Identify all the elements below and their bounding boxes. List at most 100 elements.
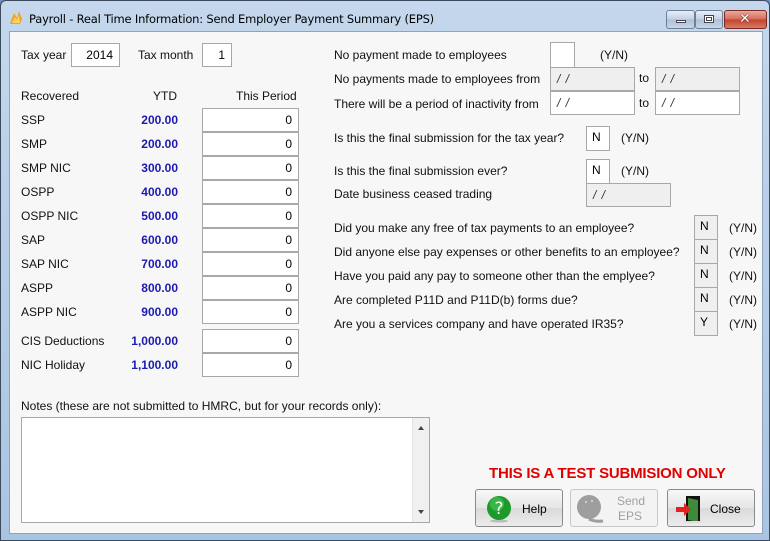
ytd-value: 200.00	[141, 113, 178, 127]
ytd-value: 1,100.00	[131, 358, 178, 372]
tax-month-field[interactable]: 1	[202, 43, 232, 67]
ytd-value: 300.00	[141, 161, 178, 175]
ytd-value: 400.00	[141, 185, 178, 199]
ytd-value: 800.00	[141, 281, 178, 295]
yn-hint: (Y/N)	[621, 131, 649, 145]
to-label: to	[639, 71, 650, 85]
help-question-icon: ?	[487, 496, 511, 523]
final-ever-field[interactable]: N	[586, 159, 610, 184]
ytd-value: 200.00	[141, 137, 178, 151]
eps-window: Payroll - Real Time Information: Send Em…	[0, 0, 770, 541]
ytd-value: 900.00	[141, 305, 178, 319]
this-period-field[interactable]: 0	[202, 228, 299, 252]
yn-hint: (Y/N)	[729, 293, 757, 307]
ytd-value: 1,000.00	[131, 334, 178, 348]
ceased-date-field[interactable]: / /	[586, 183, 671, 207]
this-period-field[interactable]: 0	[202, 204, 299, 228]
svg-text:?: ?	[494, 499, 503, 519]
recovered-item-label: ASPP	[21, 281, 54, 295]
close-icon: ✕	[739, 11, 751, 27]
notes-scrollbar[interactable]	[412, 418, 429, 522]
form-area: Tax year 2014 Tax month 1 Recovered YTD …	[9, 31, 763, 534]
recovered-item-label: ASPP NIC	[21, 305, 77, 319]
no-payments-from-field[interactable]: / /	[550, 67, 635, 91]
question-yn-field[interactable]: Y	[694, 311, 718, 336]
yn-hint: (Y/N)	[729, 221, 757, 235]
send-label-line2: EPS	[618, 509, 643, 523]
final-tax-year-label: Is this the final submission for the tax…	[334, 131, 565, 145]
window-title: Payroll - Real Time Information: Send Em…	[29, 12, 434, 26]
recovered-item-label: SMP	[21, 137, 48, 151]
ytd-value: 600.00	[141, 233, 178, 247]
maximize-button[interactable]	[695, 10, 723, 29]
no-payments-from-label: No payments made to employees from	[334, 72, 541, 86]
yn-hint: (Y/N)	[621, 164, 649, 178]
this-period-field[interactable]: 0	[202, 300, 299, 324]
scroll-down-icon[interactable]	[418, 510, 424, 514]
question-yn-field[interactable]: N	[694, 215, 718, 240]
send-eps-button[interactable]: Send EPS	[570, 489, 658, 527]
ytd-value: 700.00	[141, 257, 178, 271]
question-label: Did you make any free of tax payments to…	[334, 221, 635, 235]
minimize-button[interactable]	[666, 10, 695, 29]
yn-hint: (Y/N)	[729, 245, 757, 259]
this-period-field[interactable]: 0	[202, 156, 299, 180]
recovered-item-label: SMP NIC	[21, 161, 71, 175]
ytd-value: 500.00	[141, 209, 178, 223]
recovered-item-label: SSP	[21, 113, 46, 127]
help-label: Help	[522, 502, 547, 516]
ceased-label: Date business ceased trading	[334, 187, 493, 201]
notes-label: Notes (these are not submitted to HMRC, …	[21, 399, 382, 413]
tax-year-field[interactable]: 2014	[71, 43, 120, 67]
close-label: Close	[710, 502, 741, 516]
send-label-line1: Send	[617, 494, 646, 508]
ytd-header: YTD	[153, 89, 177, 103]
no-payment-field[interactable]	[550, 42, 575, 68]
inactivity-label: There will be a period of inactivity fro…	[334, 97, 539, 111]
close-button[interactable]: Close	[667, 489, 755, 527]
final-ever-label: Is this the final submission ever?	[334, 164, 508, 178]
question-label: Are you a services company and have oper…	[334, 317, 624, 331]
test-submission-warning: THIS IS A TEST SUBMISION ONLY	[489, 465, 726, 482]
question-yn-field[interactable]: N	[694, 287, 718, 312]
final-tax-year-field[interactable]: N	[586, 126, 610, 151]
this-period-field[interactable]: 0	[202, 353, 299, 377]
yn-hint: (Y/N)	[729, 269, 757, 283]
recovered-item-label: OSPP	[21, 185, 55, 199]
yn-hint: (Y/N)	[729, 317, 757, 331]
question-yn-field[interactable]: N	[694, 263, 718, 288]
close-window-button[interactable]: ✕	[724, 10, 767, 29]
tax-month-label: Tax month	[138, 48, 194, 62]
recovered-item-label: NIC Holiday	[21, 358, 86, 372]
question-label: Are completed P11D and P11D(b) forms due…	[334, 293, 578, 307]
title-bar[interactable]: Payroll - Real Time Information: Send Em…	[1, 1, 769, 31]
notes-textarea[interactable]	[21, 417, 430, 523]
this-period-field[interactable]: 0	[202, 276, 299, 300]
this-period-field[interactable]: 0	[202, 180, 299, 204]
inactivity-from-field[interactable]: / /	[550, 91, 635, 115]
yn-hint: (Y/N)	[600, 48, 628, 62]
this-period-field[interactable]: 0	[202, 132, 299, 156]
this-period-field[interactable]: 0	[202, 108, 299, 132]
no-payment-label: No payment made to employees	[334, 48, 507, 62]
tax-year-label: Tax year	[21, 48, 67, 62]
recovered-item-label: CIS Deductions	[21, 334, 105, 348]
no-payments-to-field[interactable]: / /	[655, 67, 740, 91]
help-button[interactable]: ? Help	[475, 489, 563, 527]
this-period-field[interactable]: 0	[202, 252, 299, 276]
recovered-header: Recovered	[21, 89, 80, 103]
recovered-item-label: OSPP NIC	[21, 209, 79, 223]
to-label: to	[639, 96, 650, 110]
minimize-icon	[676, 20, 686, 23]
this-period-header: This Period	[236, 89, 297, 103]
this-period-field[interactable]: 0	[202, 329, 299, 353]
recovered-item-label: SAP NIC	[21, 257, 69, 271]
scroll-up-icon[interactable]	[418, 426, 424, 430]
recovered-item-label: SAP	[21, 233, 46, 247]
inactivity-to-field[interactable]: / /	[655, 91, 740, 115]
maximize-icon	[704, 15, 714, 23]
send-globe-icon	[577, 495, 604, 523]
question-label: Did anyone else pay expenses or other be…	[334, 245, 680, 259]
question-yn-field[interactable]: N	[694, 239, 718, 264]
question-label: Have you paid any pay to someone other t…	[334, 269, 655, 283]
